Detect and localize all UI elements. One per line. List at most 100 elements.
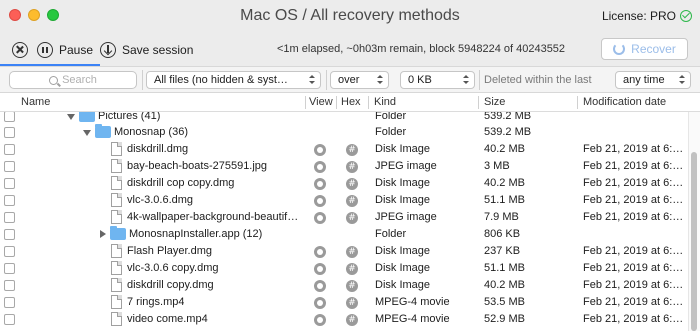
eye-icon[interactable] — [314, 263, 326, 275]
column-divider — [577, 96, 578, 109]
eye-icon[interactable] — [314, 144, 326, 156]
video-file-icon — [111, 295, 122, 309]
size-operator-select[interactable]: over — [330, 71, 389, 89]
file-icon — [111, 244, 122, 258]
file-size: 51.1 MB — [484, 262, 525, 274]
disclosure-triangle-icon[interactable] — [83, 130, 91, 136]
size-value: 0 KB — [408, 74, 432, 86]
hash-icon[interactable]: # — [346, 263, 358, 275]
table-row[interactable]: diskdrill copy.dmg # Disk Image 40.2 MB … — [0, 277, 688, 294]
deleted-range-select[interactable]: any time — [615, 71, 691, 89]
pause-button[interactable]: Pause — [37, 42, 93, 58]
row-checkbox[interactable] — [4, 229, 15, 240]
column-divider — [478, 96, 479, 109]
eye-icon[interactable] — [314, 297, 326, 309]
row-checkbox[interactable] — [4, 280, 15, 291]
row-checkbox[interactable] — [4, 314, 15, 325]
download-icon — [100, 42, 116, 58]
recover-label: Recover — [631, 42, 676, 56]
image-file-icon — [111, 210, 122, 224]
hash-icon[interactable]: # — [346, 161, 358, 173]
file-kind: Disk Image — [375, 245, 431, 257]
chevron-updown-icon — [463, 75, 469, 85]
divider — [142, 70, 143, 90]
size-value-select[interactable]: 0 KB — [400, 71, 475, 89]
table-row[interactable]: Flash Player.dmg # Disk Image 237 KB Feb… — [0, 243, 688, 260]
table-row[interactable]: Monosnap (36) Folder 539.2 MB — [0, 124, 688, 141]
hash-icon[interactable]: # — [346, 212, 358, 224]
eye-icon[interactable] — [314, 314, 326, 326]
table-row[interactable]: video come.mp4 # MPEG-4 movie 52.9 MB Fe… — [0, 311, 688, 328]
hash-icon[interactable]: # — [346, 314, 358, 326]
file-name: video come.mp4 — [127, 313, 208, 325]
row-checkbox[interactable] — [4, 144, 15, 155]
table-row[interactable]: vlc-3.0.6 copy.dmg # Disk Image 51.1 MB … — [0, 260, 688, 277]
file-kind: Folder — [375, 112, 407, 122]
search-input[interactable]: Search — [9, 71, 137, 89]
table-row[interactable]: diskdrill.dmg # Disk Image 40.2 MB Feb 2… — [0, 141, 688, 158]
file-modified: Feb 21, 2019 at 6:… — [583, 296, 684, 308]
file-kind: MPEG-4 movie — [375, 313, 450, 325]
window-title: Mac OS / All recovery methods — [240, 7, 460, 24]
eye-icon[interactable] — [314, 280, 326, 292]
file-icon — [111, 278, 122, 292]
scrollbar-thumb[interactable] — [691, 152, 697, 331]
close-circle-icon — [12, 42, 28, 58]
pause-icon — [37, 42, 53, 58]
column-name[interactable]: Name — [21, 96, 50, 108]
table-row[interactable]: 4k-wallpaper-background-beautif… # JPEG … — [0, 209, 688, 226]
video-file-icon — [111, 312, 122, 326]
file-kind: Disk Image — [375, 194, 431, 206]
table-row[interactable]: diskdrill cop copy.dmg # Disk Image 40.2… — [0, 175, 688, 192]
table-row[interactable]: bay-beach-boats-275591.jpg # JPEG image … — [0, 158, 688, 175]
hash-icon[interactable]: # — [346, 280, 358, 292]
column-size[interactable]: Size — [484, 96, 505, 108]
file-name: MonosnapInstaller.app (12) — [129, 228, 263, 240]
divider — [479, 70, 480, 90]
column-modified[interactable]: Modification date — [583, 96, 666, 108]
row-checkbox[interactable] — [4, 127, 15, 138]
table-row[interactable]: 7 rings.mp4 # MPEG-4 movie 53.5 MB Feb 2… — [0, 294, 688, 311]
file-modified: Feb 21, 2019 at 6:… — [583, 262, 684, 274]
hash-icon[interactable]: # — [346, 178, 358, 190]
file-size: 52.9 MB — [484, 313, 525, 325]
file-kind: Disk Image — [375, 279, 431, 291]
row-checkbox[interactable] — [4, 212, 15, 223]
eye-icon[interactable] — [314, 178, 326, 190]
row-checkbox[interactable] — [4, 195, 15, 206]
column-hex[interactable]: Hex — [341, 96, 361, 108]
hash-icon[interactable]: # — [346, 195, 358, 207]
row-checkbox[interactable] — [4, 178, 15, 189]
table-row[interactable]: MonosnapInstaller.app (12) Folder 806 KB — [0, 226, 688, 243]
stop-button[interactable] — [12, 42, 28, 58]
eye-icon[interactable] — [314, 161, 326, 173]
file-kind: Disk Image — [375, 262, 431, 274]
eye-icon[interactable] — [314, 212, 326, 224]
image-file-icon — [111, 159, 122, 173]
file-kind: MPEG-4 movie — [375, 296, 450, 308]
file-modified: Feb 21, 2019 at 6:… — [583, 143, 684, 155]
recover-button[interactable]: Recover — [601, 38, 688, 60]
file-name: 4k-wallpaper-background-beautif… — [127, 211, 299, 223]
save-session-button[interactable]: Save session — [100, 42, 193, 58]
eye-icon[interactable] — [314, 195, 326, 207]
hash-icon[interactable]: # — [346, 144, 358, 156]
row-checkbox[interactable] — [4, 112, 15, 122]
column-view[interactable]: View — [309, 96, 333, 108]
row-checkbox[interactable] — [4, 263, 15, 274]
scan-progress-text: <1m elapsed, ~0h03m remain, block 594822… — [277, 43, 566, 55]
disclosure-triangle-icon[interactable] — [67, 114, 75, 120]
row-checkbox[interactable] — [4, 246, 15, 257]
file-modified: Feb 21, 2019 at 6:… — [583, 160, 684, 172]
folder-icon — [110, 226, 126, 240]
hash-icon[interactable]: # — [346, 246, 358, 258]
row-checkbox[interactable] — [4, 297, 15, 308]
eye-icon[interactable] — [314, 246, 326, 258]
table-row[interactable]: vlc-3.0.6.dmg # Disk Image 51.1 MB Feb 2… — [0, 192, 688, 209]
hash-icon[interactable]: # — [346, 297, 358, 309]
disclosure-triangle-icon[interactable] — [100, 230, 106, 238]
search-icon — [49, 75, 59, 85]
column-kind[interactable]: Kind — [374, 96, 396, 108]
row-checkbox[interactable] — [4, 161, 15, 172]
file-type-filter[interactable]: All files (no hidden & syst… — [146, 71, 321, 89]
